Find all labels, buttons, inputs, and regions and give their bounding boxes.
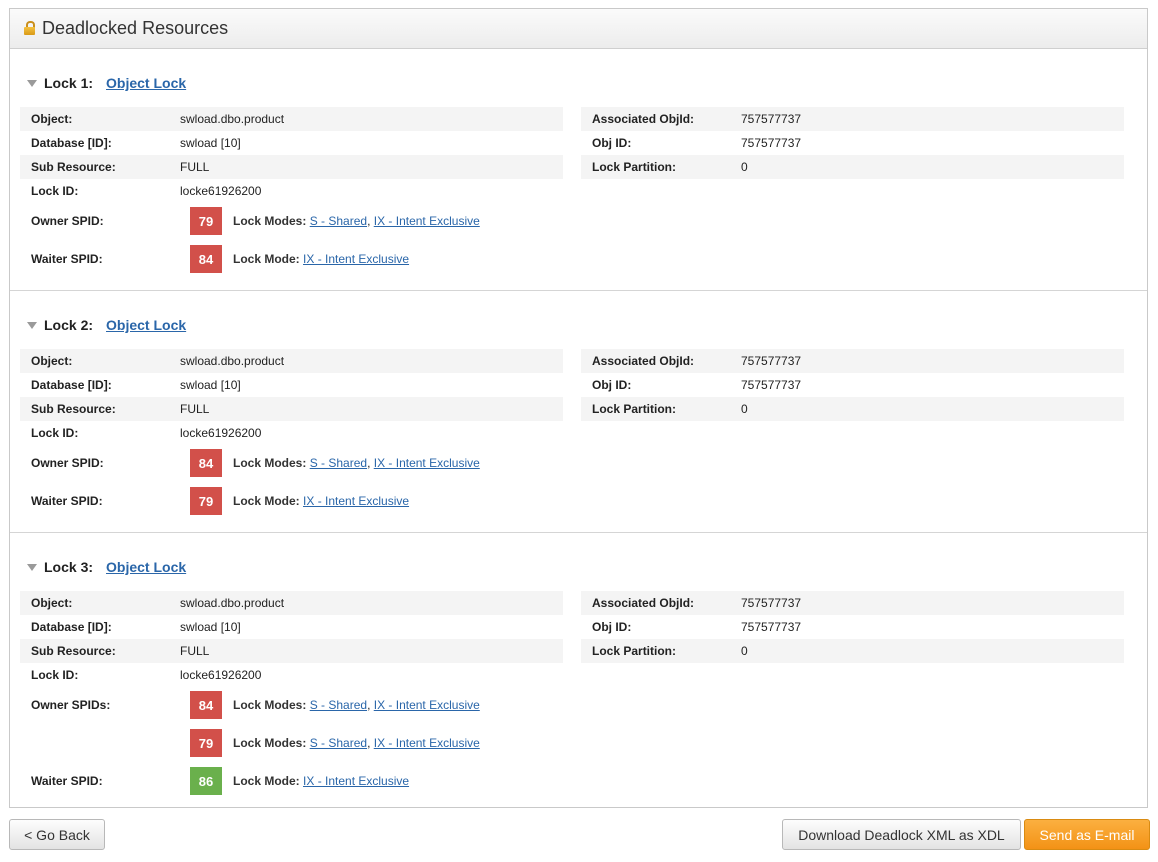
lock-modes: Lock Modes: S - Shared, IX - Intent Excl… (233, 698, 480, 712)
lock-section-1: Lock 1: Object Lock Object: swload.dbo.pr… (10, 49, 1147, 291)
lock-mode-link[interactable]: IX - Intent Exclusive (374, 456, 480, 470)
waiter-spid-row: Waiter SPID: 84 Lock Mode: IX - Intent E… (20, 244, 409, 274)
lock-mode-link[interactable]: S - Shared (310, 698, 367, 712)
detail-row-lock-partition: Lock Partition: 0 (581, 397, 1124, 421)
detail-row-object: Object: swload.dbo.product (20, 591, 563, 615)
detail-row-obj-id: Obj ID: 757577737 (592, 378, 802, 392)
lock-section-2: Lock 2: Object Lock Object: swload.dbo.pr… (10, 291, 1147, 533)
lock-details-right: Associated ObjId: 757577737 Obj ID: 757577… (581, 591, 1124, 663)
detail-row-associated-objid: Associated ObjId: 757577737 (581, 107, 1124, 131)
lock-mode-link[interactable]: IX - Intent Exclusive (303, 774, 409, 788)
detail-row-sub-resource: Sub Resource: FULL (20, 155, 563, 179)
lock-heading: Lock 1: Object Lock (27, 75, 186, 91)
lock-section-3: Lock 3: Object Lock Object: swload.dbo.pr… (10, 533, 1147, 795)
lock-mode-link[interactable]: IX - Intent Exclusive (374, 736, 480, 750)
detail-row-lock-partition: Lock Partition: 0 (581, 639, 1124, 663)
lock-mode-link[interactable]: S - Shared (310, 214, 367, 228)
lock-mode: Lock Mode: IX - Intent Exclusive (233, 252, 410, 266)
lock-mode: Lock Mode: IX - Intent Exclusive (233, 774, 410, 788)
lock-details-left: Object: swload.dbo.product Database [ID]:… (20, 349, 563, 445)
detail-row-lock-id: Lock ID: locke61926200 (31, 184, 262, 198)
lock-type-link[interactable]: Object Lock (106, 75, 186, 91)
lock-modes: Lock Modes: S - Shared, IX - Intent Excl… (233, 214, 480, 228)
detail-row-sub-resource: Sub Resource: FULL (20, 397, 563, 421)
lock-details-right: Associated ObjId: 757577737 Obj ID: 757577… (581, 349, 1124, 421)
lock-type-link[interactable]: Object Lock (106, 559, 186, 575)
lock-modes: Lock Modes: S - Shared, IX - Intent Excl… (233, 736, 480, 750)
lock-details-left: Object: swload.dbo.product Database [ID]:… (20, 591, 563, 687)
detail-row-database: Database [ID]: swload [10] (31, 620, 241, 634)
lock-mode-link[interactable]: S - Shared (310, 736, 367, 750)
owner-spid-row: Owner SPID: 79 Lock Modes: S - Shared, I… (20, 206, 480, 236)
owner-spid-row: Owner SPIDs: 84 Lock Modes: S - Shared, … (20, 690, 480, 720)
detail-row-object: Object: swload.dbo.product (20, 349, 563, 373)
collapse-triangle-icon[interactable] (27, 321, 37, 329)
panel-header: Deadlocked Resources (10, 9, 1147, 49)
lock-heading: Lock 3: Object Lock (27, 559, 186, 575)
spid-badge[interactable]: 86 (190, 767, 222, 795)
spid-badge[interactable]: 79 (190, 487, 222, 515)
deadlocked-resources-panel: Deadlocked Resources Lock 1: Object Lock… (9, 8, 1148, 808)
lock-details-right: Associated ObjId: 757577737 Obj ID: 757577… (581, 107, 1124, 179)
detail-row-obj-id: Obj ID: 757577737 (592, 620, 802, 634)
lock-type-link[interactable]: Object Lock (106, 317, 186, 333)
detail-row-database: Database [ID]: swload [10] (31, 378, 241, 392)
detail-row-lock-partition: Lock Partition: 0 (581, 155, 1124, 179)
spid-badge[interactable]: 84 (190, 449, 222, 477)
spid-badge[interactable]: 79 (190, 207, 222, 235)
waiter-spid-row: Waiter SPID: 86 Lock Mode: IX - Intent E… (20, 766, 409, 796)
collapse-triangle-icon[interactable] (27, 563, 37, 571)
go-back-button[interactable]: < Go Back (9, 819, 105, 850)
lock-mode-link[interactable]: IX - Intent Exclusive (303, 494, 409, 508)
lock-details-left: Object: swload.dbo.product Database [ID]:… (20, 107, 563, 203)
collapse-triangle-icon[interactable] (27, 79, 37, 87)
detail-row-associated-objid: Associated ObjId: 757577737 (581, 591, 1124, 615)
owner-spid-row: Owner SPID: 84 Lock Modes: S - Shared, I… (20, 448, 480, 478)
lock-mode-link[interactable]: S - Shared (310, 456, 367, 470)
send-email-button[interactable]: Send as E-mail (1024, 819, 1150, 850)
detail-row-lock-id: Lock ID: locke61926200 (31, 668, 262, 682)
detail-row-associated-objid: Associated ObjId: 757577737 (581, 349, 1124, 373)
lock-modes: Lock Modes: S - Shared, IX - Intent Excl… (233, 456, 480, 470)
lock-mode-link[interactable]: IX - Intent Exclusive (374, 214, 480, 228)
spid-badge[interactable]: 84 (190, 245, 222, 273)
detail-row-database: Database [ID]: swload [10] (31, 136, 241, 150)
detail-row-object: Object: swload.dbo.product (20, 107, 563, 131)
panel-title: Deadlocked Resources (42, 18, 229, 38)
waiter-spid-row: Waiter SPID: 79 Lock Mode: IX - Intent E… (20, 486, 409, 516)
lock-mode-link[interactable]: IX - Intent Exclusive (374, 698, 480, 712)
download-xdl-button[interactable]: Download Deadlock XML as XDL (782, 819, 1021, 850)
lock-mode-link[interactable]: IX - Intent Exclusive (303, 252, 409, 266)
lock-heading: Lock 2: Object Lock (27, 317, 186, 333)
spid-badge[interactable]: 79 (190, 729, 222, 757)
spid-badge[interactable]: 84 (190, 691, 222, 719)
lock-icon (24, 20, 35, 35)
detail-row-lock-id: Lock ID: locke61926200 (31, 426, 262, 440)
detail-row-obj-id: Obj ID: 757577737 (592, 136, 802, 150)
detail-row-sub-resource: Sub Resource: FULL (20, 639, 563, 663)
lock-mode: Lock Mode: IX - Intent Exclusive (233, 494, 410, 508)
owner-spid-row-2: 79 Lock Modes: S - Shared, IX - Intent E… (20, 728, 480, 758)
